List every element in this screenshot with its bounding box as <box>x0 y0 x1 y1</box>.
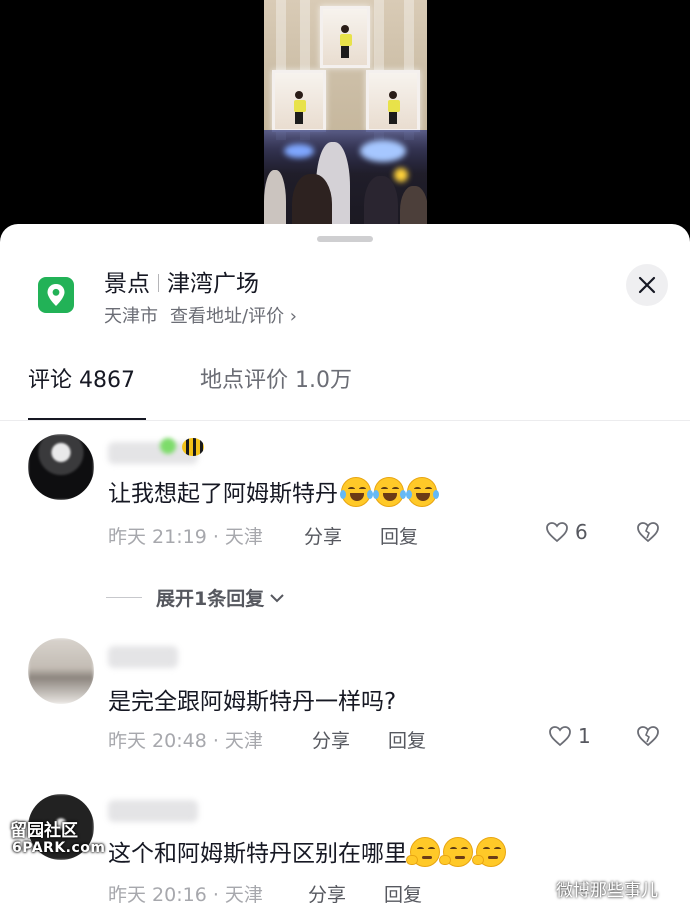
comment-body: 是完全跟阿姆斯特丹一样吗? <box>108 689 397 715</box>
comment-meta: 昨天 20:16 · 天津 <box>108 884 263 906</box>
share-button[interactable]: 分享 <box>308 880 346 907</box>
expand-replies[interactable]: 展开1条回复 <box>106 584 286 611</box>
like-count: 6 <box>575 520 588 544</box>
title-divider <box>158 274 159 292</box>
comment-meta: 昨天 20:48 · 天津 <box>108 730 263 752</box>
reply-button[interactable]: 回复 <box>388 726 426 753</box>
tab-place-reviews[interactable]: 地点评价 1.0万 <box>200 362 352 394</box>
location-pin-icon[interactable] <box>38 277 74 313</box>
tears-of-joy-icon <box>340 477 373 507</box>
comment-body: 这个和阿姆斯特丹区别在哪里 <box>108 841 407 867</box>
broken-heart-icon <box>637 726 659 747</box>
username-blurred[interactable] <box>108 800 198 822</box>
like-button[interactable]: 1 <box>548 724 591 748</box>
broken-heart-icon <box>637 522 659 543</box>
video-thumbnail <box>264 0 427 240</box>
location-city: 天津市 <box>104 306 158 327</box>
comments-sheet: 景点 津湾广场 天津市 查看地址/评价 › 评论 4867 地点评价 1.0万 让我… <box>0 224 690 920</box>
location-title[interactable]: 景点 津湾广场 <box>104 264 259 298</box>
wechat-icon <box>528 880 550 896</box>
comment-text: 这个和阿姆斯特丹区别在哪里 <box>108 834 506 868</box>
drag-handle[interactable] <box>317 236 373 242</box>
tears-of-joy-icon <box>373 477 406 507</box>
watermark-6park: 留园社区 <box>10 821 78 841</box>
thinking-smirk-icon <box>406 837 440 867</box>
watermark-weibo-text: 微博那些事儿 <box>556 881 658 901</box>
tab-bar: 评论 4867 地点评价 1.0万 <box>0 354 690 421</box>
led-screen <box>366 70 420 132</box>
thinking-smirk-icon <box>439 837 473 867</box>
led-screen <box>272 70 326 132</box>
comment-meta: 昨天 21:19 · 天津 <box>108 526 263 548</box>
heart-icon <box>549 726 571 747</box>
username-blurred[interactable] <box>108 646 178 668</box>
share-button[interactable]: 分享 <box>304 522 342 549</box>
divider <box>0 420 690 421</box>
like-button[interactable]: 6 <box>545 520 588 544</box>
dislike-button[interactable] <box>636 725 660 751</box>
comment-text: 是完全跟阿姆斯特丹一样吗? <box>108 682 396 716</box>
like-count: 1 <box>578 724 591 748</box>
avatar[interactable] <box>28 638 94 704</box>
comment-body: 让我想起了阿姆斯特丹 <box>108 481 338 507</box>
watermark-6park-url: 6PARK.com <box>12 840 106 856</box>
chevron-down-icon <box>270 593 284 602</box>
watermark-weibo: 微博那些事儿 <box>528 876 658 901</box>
led-screen <box>320 6 370 68</box>
video-player[interactable] <box>0 0 690 240</box>
close-icon <box>638 276 656 294</box>
dislike-button[interactable] <box>636 521 660 547</box>
close-button[interactable] <box>626 264 668 306</box>
location-subtitle: 天津市 查看地址/评价 › <box>104 302 297 328</box>
thinking-smirk-icon <box>472 837 506 867</box>
expand-replies-label: 展开1条回复 <box>156 588 265 610</box>
heart-icon <box>546 522 568 543</box>
comment-text: 让我想起了阿姆斯特丹 <box>108 474 439 508</box>
reply-button[interactable]: 回复 <box>384 880 422 907</box>
location-category: 景点 <box>104 271 150 297</box>
expand-line <box>106 597 142 598</box>
tears-of-joy-icon <box>406 477 439 507</box>
location-name: 津湾广场 <box>167 271 259 297</box>
tab-comments[interactable]: 评论 4867 <box>28 362 135 394</box>
view-address-link[interactable]: 查看地址/评价 › <box>170 306 297 327</box>
badge-icon <box>160 438 204 459</box>
share-button[interactable]: 分享 <box>312 726 350 753</box>
reply-button[interactable]: 回复 <box>380 522 418 549</box>
avatar[interactable] <box>28 434 94 500</box>
